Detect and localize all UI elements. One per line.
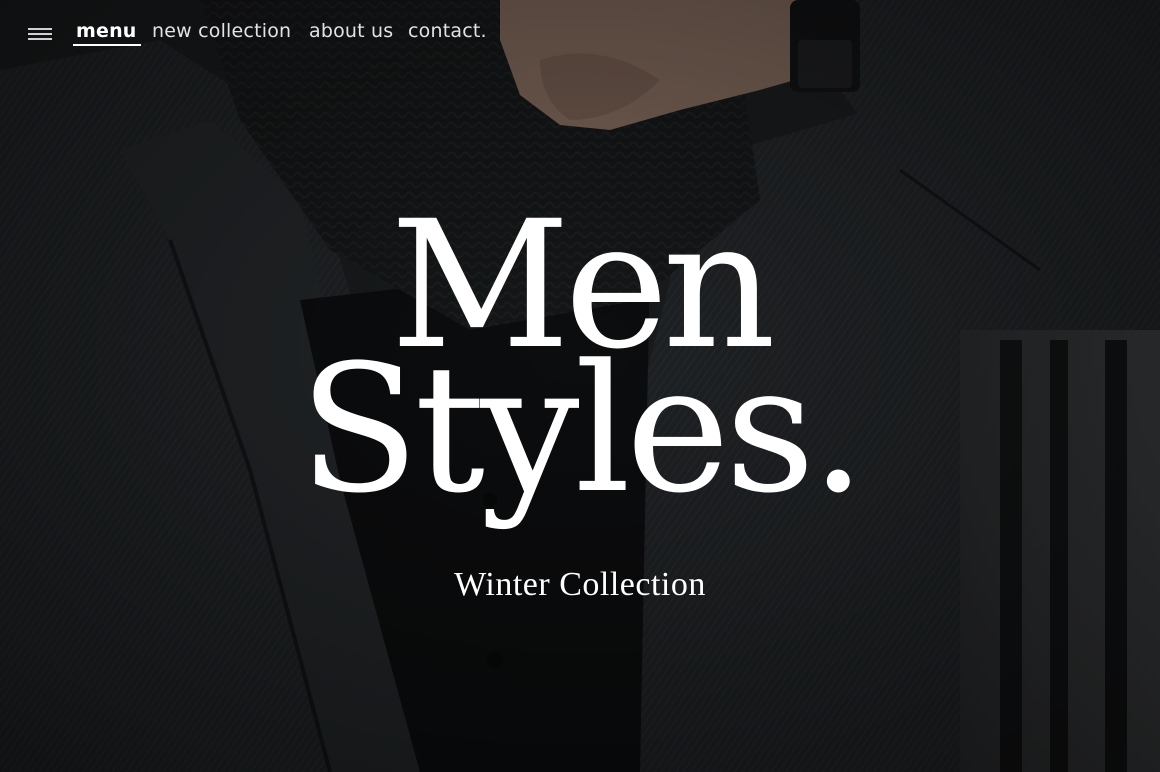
hero-section: menu new collection about us contact. Me… — [0, 0, 1160, 772]
hero-subtitle: Winter Collection — [454, 566, 706, 603]
nav-item-menu[interactable]: menu — [73, 20, 141, 46]
top-navigation: menu new collection about us contact. — [0, 0, 1160, 70]
hero-title-line2: Styles. — [298, 327, 866, 532]
nav-item-new-collection[interactable]: new collection — [152, 20, 291, 42]
hamburger-menu-icon[interactable] — [28, 28, 53, 44]
nav-item-about-us[interactable]: about us — [309, 20, 393, 42]
nav-item-contact[interactable]: contact. — [408, 20, 487, 42]
